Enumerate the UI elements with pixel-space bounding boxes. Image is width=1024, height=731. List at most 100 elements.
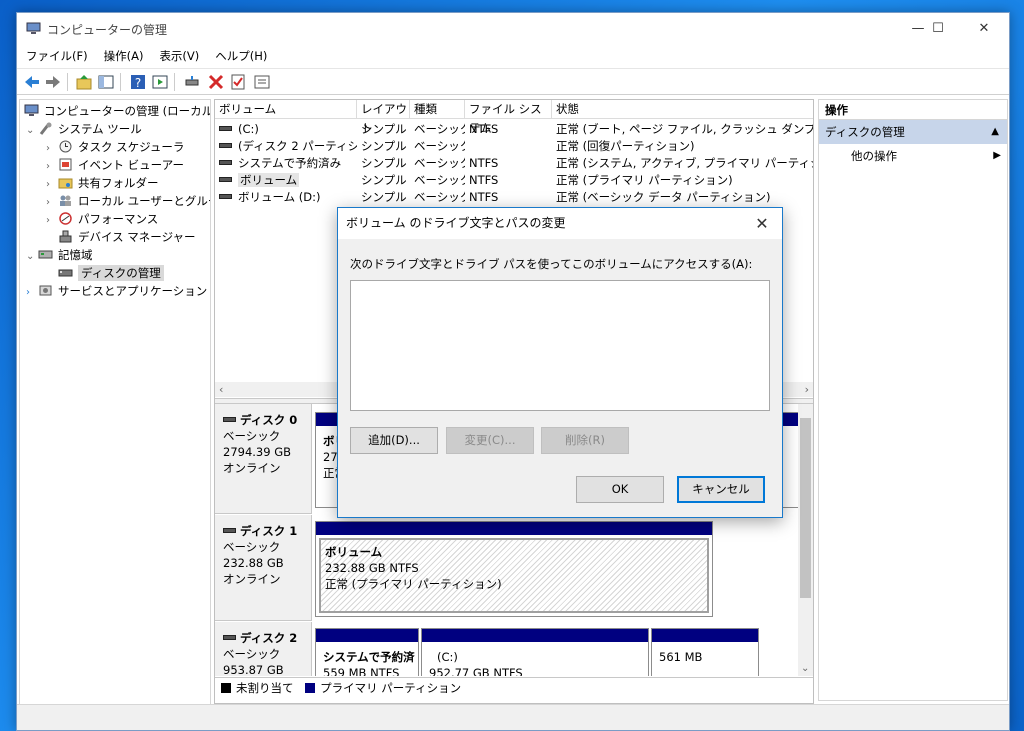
- add-button[interactable]: 追加(D)...: [350, 427, 438, 454]
- volume-list-header: ボリューム レイアウト 種類 ファイル システム 状態: [215, 100, 813, 135]
- tree-item-shared-folders[interactable]: › 共有フォルダー: [46, 174, 159, 192]
- actions-header: 操作: [819, 100, 1007, 120]
- menu-view[interactable]: 表示(V): [151, 45, 207, 67]
- column-type[interactable]: 種類: [410, 100, 465, 119]
- shared-folder-icon: [58, 178, 73, 189]
- close-button[interactable]: ✕: [961, 13, 1007, 45]
- chevron-right-icon[interactable]: ›: [26, 284, 38, 302]
- computer-management-icon: [26, 22, 41, 34]
- menu-file[interactable]: ファイル(F): [17, 45, 96, 67]
- ok-button[interactable]: OK: [576, 476, 664, 503]
- disk-2-partition-reserved[interactable]: システムで予約済み 559 MB NTFS: [315, 628, 419, 676]
- menu-help[interactable]: ヘルプ(H): [207, 45, 275, 67]
- tree-item-system-tools[interactable]: ⌄ システム ツール: [26, 120, 142, 138]
- tree-item-storage[interactable]: ⌄ 記憶域: [26, 246, 93, 264]
- column-layout[interactable]: レイアウト: [357, 100, 410, 135]
- actions-more[interactable]: 他の操作 ▶: [819, 144, 1007, 168]
- disk-0-label[interactable]: ディスク 0 ベーシック 2794.39 GB オンライン: [215, 404, 312, 514]
- disk-legend: 未割り当て プライマリ パーティション: [215, 677, 813, 697]
- scroll-down-icon[interactable]: ⌄: [801, 663, 809, 674]
- disk-1-partition[interactable]: ボリューム 232.88 GB NTFS 正常 (プライマリ パーティション): [315, 521, 713, 617]
- status-bar: [17, 704, 1009, 730]
- volume-icon: [219, 177, 232, 182]
- column-volume[interactable]: ボリューム: [215, 100, 357, 119]
- drive-path-list[interactable]: [350, 280, 770, 411]
- maximize-button[interactable]: ☐: [915, 13, 961, 45]
- event-viewer-icon: [59, 158, 72, 171]
- table-row[interactable]: ボリューム シンプル ベーシック NTFS 正常 (プライマリ パーティション): [215, 172, 813, 189]
- disk-icon: [223, 528, 236, 533]
- remove-button[interactable]: 削除(R): [541, 427, 629, 454]
- chevron-down-icon[interactable]: ⌄: [26, 122, 38, 140]
- collapse-up-icon[interactable]: ▲: [991, 120, 999, 144]
- legend-swatch-primary: [305, 683, 316, 693]
- storage-icon: [38, 250, 53, 259]
- tree-item-performance[interactable]: › パフォーマンス: [46, 210, 158, 228]
- properties-icon[interactable]: [253, 73, 271, 91]
- chevron-right-icon[interactable]: ›: [46, 212, 58, 230]
- checklist-icon[interactable]: [229, 73, 247, 91]
- dialog-prompt: 次のドライブ文字とドライブ パスを使ってこのボリュームにアクセスする(A):: [350, 257, 753, 271]
- performance-icon: [59, 212, 72, 225]
- volume-icon: [219, 143, 232, 148]
- scroll-thumb[interactable]: [800, 418, 811, 598]
- device-manager-icon: [59, 230, 72, 243]
- tree-item-disk-management[interactable]: ディスクの管理: [58, 264, 164, 282]
- vertical-scrollbar[interactable]: ⌄: [798, 404, 813, 676]
- tree-item-device-manager[interactable]: デバイス マネージャー: [58, 228, 196, 246]
- cancel-button[interactable]: キャンセル: [677, 476, 765, 503]
- clock-icon: [59, 140, 72, 153]
- menu-bar: ファイル(F) 操作(A) 表示(V) ヘルプ(H): [17, 45, 1009, 67]
- change-button[interactable]: 変更(C)...: [446, 427, 534, 454]
- table-row[interactable]: システムで予約済み シンプル ベーシック NTFS 正常 (システム, アクティ…: [215, 155, 813, 172]
- tree-item-task-scheduler[interactable]: › タスク スケジューラ: [46, 138, 184, 156]
- disk-2-label[interactable]: ディスク 2 ベーシック 953.87 GB: [215, 622, 312, 676]
- column-status[interactable]: 状態: [552, 100, 813, 119]
- table-row[interactable]: ボリューム (D:) シンプル ベーシック NTFS 正常 (ベーシック データ…: [215, 189, 813, 206]
- disk-icon: [223, 417, 236, 422]
- delete-icon[interactable]: [207, 73, 225, 91]
- actions-pane: 操作 ディスクの管理 ▲ 他の操作 ▶: [818, 99, 1008, 701]
- disk-icon: [58, 269, 73, 277]
- view-icon[interactable]: [151, 73, 169, 91]
- volume-icon: [219, 160, 232, 165]
- table-row[interactable]: (ディスク 2 パーティション 3) シンプル ベーシック 正常 (回復パーティ…: [215, 138, 813, 155]
- back-arrow-icon[interactable]: [23, 73, 41, 91]
- disk-1-label[interactable]: ディスク 1 ベーシック 232.88 GB オンライン: [215, 515, 312, 621]
- tools-icon: [39, 122, 52, 135]
- folder-up-icon[interactable]: [75, 73, 93, 91]
- help-icon[interactable]: ?: [129, 73, 147, 91]
- connect-icon[interactable]: [183, 73, 201, 91]
- toolbar: ?: [17, 68, 1009, 95]
- console-tree-icon[interactable]: [97, 73, 115, 91]
- tree-item-event-viewer[interactable]: › イベント ビューアー: [46, 156, 184, 174]
- disk-2-partition-c[interactable]: (C:) 952.77 GB NTFS: [421, 628, 649, 676]
- forward-arrow-icon[interactable]: [44, 73, 62, 91]
- change-drive-letter-dialog: ボリューム のドライブ文字とパスの変更 ✕ 次のドライブ文字とドライブ パスを使…: [337, 207, 783, 518]
- services-icon: [39, 285, 52, 296]
- tree-root[interactable]: コンピューターの管理 (ローカル): [24, 102, 210, 120]
- table-row[interactable]: (C:) シンプル ベーシック NTFS 正常 (ブート, ページ ファイル, …: [215, 121, 813, 138]
- tree-item-local-users[interactable]: ›ローカル ユーザーとグループ: [46, 192, 210, 210]
- disk-icon: [223, 635, 236, 640]
- users-icon: [60, 195, 71, 206]
- console-tree: コンピューターの管理 (ローカル) ⌄ システム ツール › タスク スケジューラ …: [19, 99, 211, 709]
- column-filesystem[interactable]: ファイル システム: [465, 100, 552, 135]
- dialog-title-bar: ボリューム のドライブ文字とパスの変更 ✕: [338, 208, 782, 239]
- dialog-close-icon[interactable]: ✕: [742, 208, 782, 239]
- title-bar: コンピューターの管理 — ☐ ✕: [17, 13, 1009, 45]
- actions-section-disk-management[interactable]: ディスクの管理 ▲: [819, 120, 1007, 144]
- tree-item-services-apps[interactable]: › サービスとアプリケーション: [26, 282, 207, 300]
- menu-action[interactable]: 操作(A): [96, 45, 152, 67]
- window-title: コンピューターの管理: [47, 23, 168, 37]
- computer-icon: [24, 104, 39, 116]
- scroll-right-icon[interactable]: ›: [805, 382, 809, 397]
- dialog-title: ボリューム のドライブ文字とパスの変更: [346, 216, 566, 230]
- legend-swatch-unallocated: [221, 683, 231, 693]
- chevron-down-icon[interactable]: ⌄: [26, 248, 38, 266]
- volume-icon: [219, 126, 232, 131]
- scroll-left-icon[interactable]: ‹: [219, 382, 223, 397]
- submenu-arrow-icon: ▶: [993, 150, 1001, 161]
- disk-2-partition-recovery[interactable]: 561 MB: [651, 628, 759, 676]
- svg-text:?: ?: [135, 76, 141, 90]
